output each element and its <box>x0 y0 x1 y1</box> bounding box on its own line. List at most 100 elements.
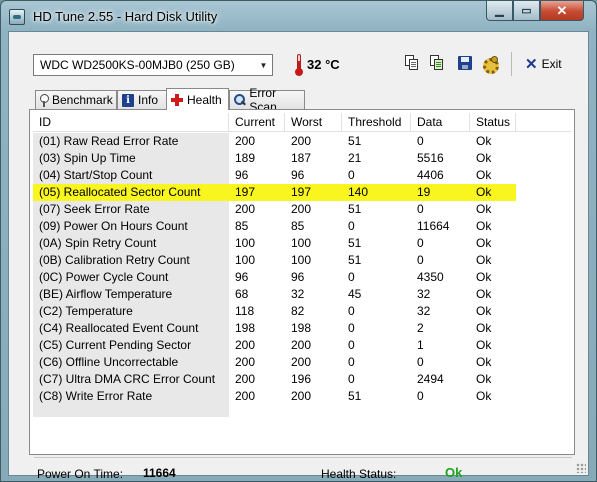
tab-label: Health <box>187 92 222 107</box>
client-area: WDC WD2500KS-00MJB0 (250 GB) ▼ 32 °C ✕ E… <box>8 31 589 481</box>
worst-cell: 198 <box>291 321 312 335</box>
table-row[interactable]: (C5) Current Pending Sector 200 200 0 1 Ok <box>33 337 571 354</box>
minimize-button[interactable]: ▁ <box>486 1 513 21</box>
worst-cell: 100 <box>291 253 312 267</box>
copy-screenshot-icon <box>430 55 444 71</box>
threshold-cell: 0 <box>348 372 355 386</box>
exit-button[interactable]: ✕ Exit <box>525 54 562 74</box>
current-cell: 100 <box>235 236 256 250</box>
save-button[interactable] <box>455 52 475 74</box>
threshold-cell: 51 <box>348 134 362 148</box>
column-header-id[interactable]: ID <box>33 113 229 132</box>
table-row[interactable]: (C6) Offline Uncorrectable 200 200 0 0 Ok <box>33 354 571 371</box>
temperature-readout: 32 °C <box>307 57 340 72</box>
data-cell: 19 <box>417 185 431 199</box>
attribute-id-cell: (07) Seek Error Rate <box>39 202 150 216</box>
copy-screenshot-button[interactable] <box>427 52 447 74</box>
table-row[interactable]: (BE) Airflow Temperature 68 32 45 32 Ok <box>33 286 571 303</box>
resize-grip[interactable] <box>576 463 586 473</box>
chevron-down-icon[interactable]: ▼ <box>255 55 272 75</box>
current-cell: 68 <box>235 287 249 301</box>
close-button[interactable]: ✕ <box>540 1 584 21</box>
data-cell: 0 <box>417 202 424 216</box>
footer-divider <box>34 457 572 458</box>
tab-health[interactable]: Health <box>166 88 229 110</box>
table-row[interactable]: (C8) Write Error Rate 200 200 51 0 Ok <box>33 388 571 405</box>
worst-cell: 96 <box>291 270 305 284</box>
attribute-id-cell: (0B) Calibration Retry Count <box>39 253 190 267</box>
thermometer-icon <box>295 54 303 76</box>
attribute-id-cell: (05) Reallocated Sector Count <box>39 185 201 199</box>
health-status-value: Ok <box>445 465 463 480</box>
benchmark-gauge-icon <box>40 93 49 107</box>
attribute-id-cell: (01) Raw Read Error Rate <box>39 134 179 148</box>
tab-info[interactable]: i Info <box>117 90 167 109</box>
threshold-cell: 51 <box>348 202 362 216</box>
attribute-id-cell: (0A) Spin Retry Count <box>39 236 157 250</box>
current-cell: 118 <box>235 304 255 318</box>
column-header-threshold[interactable]: Threshold <box>342 113 411 132</box>
column-header-data[interactable]: Data <box>411 113 470 132</box>
current-cell: 200 <box>235 338 256 352</box>
worst-cell: 200 <box>291 202 312 216</box>
current-cell: 96 <box>235 168 249 182</box>
data-cell: 0 <box>417 236 424 250</box>
table-row[interactable]: (03) Spin Up Time 189 187 21 5516 Ok <box>33 150 571 167</box>
data-cell: 32 <box>417 287 431 301</box>
data-cell: 0 <box>417 134 424 148</box>
current-cell: 100 <box>235 253 256 267</box>
threshold-cell: 51 <box>348 389 362 403</box>
status-cell: Ok <box>476 270 492 284</box>
column-header-current[interactable]: Current <box>229 113 285 132</box>
worst-cell: 85 <box>291 219 305 233</box>
current-cell: 200 <box>235 134 256 148</box>
toolbar-separator <box>511 52 512 76</box>
threshold-cell: 140 <box>348 185 369 199</box>
table-row[interactable]: (C7) Ultra DMA CRC Error Count 200 196 0 249… <box>33 371 571 388</box>
column-header-worst[interactable]: Worst <box>285 113 342 132</box>
table-row[interactable]: (07) Seek Error Rate 200 200 51 0 Ok <box>33 201 571 218</box>
copy-text-button[interactable] <box>402 52 422 74</box>
tab-benchmark[interactable]: Benchmark <box>35 90 117 109</box>
table-row[interactable]: (0C) Power Cycle Count 96 96 0 4350 Ok <box>33 269 571 286</box>
attribute-id-cell: (C5) Current Pending Sector <box>39 338 192 352</box>
table-row[interactable]: (0A) Spin Retry Count 100 100 51 0 Ok <box>33 235 571 252</box>
window-title: HD Tune 2.55 - Hard Disk Utility <box>33 9 218 24</box>
column-header-status[interactable]: Status <box>470 113 516 132</box>
attribute-id-cell: (0C) Power Cycle Count <box>39 270 169 284</box>
current-cell: 200 <box>235 389 256 403</box>
table-row-highlighted[interactable]: (05) Reallocated Sector Count 197 197 140 19… <box>33 184 571 201</box>
table-row[interactable]: (C2) Temperature 118 82 0 32 Ok <box>33 303 571 320</box>
data-cell: 11664 <box>417 219 450 233</box>
worst-cell: 100 <box>291 236 312 250</box>
title-bar[interactable]: HD Tune 2.55 - Hard Disk Utility ▁ ▭ ✕ <box>1 1 596 31</box>
table-row[interactable]: (04) Start/Stop Count 96 96 0 4406 Ok <box>33 167 571 184</box>
table-row[interactable]: (01) Raw Read Error Rate 200 200 51 0 Ok <box>33 133 571 150</box>
status-cell: Ok <box>476 389 492 403</box>
drive-select[interactable]: WDC WD2500KS-00MJB0 (250 GB) ▼ <box>33 54 273 76</box>
status-cell: Ok <box>476 202 492 216</box>
status-cell: Ok <box>476 321 492 335</box>
power-on-time-value: 11664 <box>143 466 176 480</box>
attribute-id-cell: (C8) Write Error Rate <box>39 389 153 403</box>
current-cell: 85 <box>235 219 249 233</box>
table-row[interactable]: (09) Power On Hours Count 85 85 0 11664 Ok <box>33 218 571 235</box>
threshold-cell: 51 <box>348 236 362 250</box>
save-icon <box>458 56 472 70</box>
table-row[interactable]: (C4) Reallocated Event Count 198 198 0 2 Ok <box>33 320 571 337</box>
status-cell: Ok <box>476 151 492 165</box>
status-cell: Ok <box>476 253 492 267</box>
options-button[interactable] <box>480 52 500 74</box>
hdtune-app-icon <box>9 9 25 25</box>
status-cell: Ok <box>476 304 492 318</box>
worst-cell: 200 <box>291 355 312 369</box>
current-cell: 200 <box>235 355 256 369</box>
attribute-id-cell: (C4) Reallocated Event Count <box>39 321 199 335</box>
tab-error-scan[interactable]: Error Scan <box>229 86 305 114</box>
maximize-button[interactable]: ▭ <box>513 1 540 21</box>
current-cell: 189 <box>235 151 256 165</box>
threshold-cell: 0 <box>348 270 355 284</box>
smart-table[interactable]: ID Current Worst Threshold Data Status (… <box>33 113 571 417</box>
table-row[interactable]: (0B) Calibration Retry Count 100 100 51 0 Ok <box>33 252 571 269</box>
current-cell: 197 <box>235 185 256 199</box>
